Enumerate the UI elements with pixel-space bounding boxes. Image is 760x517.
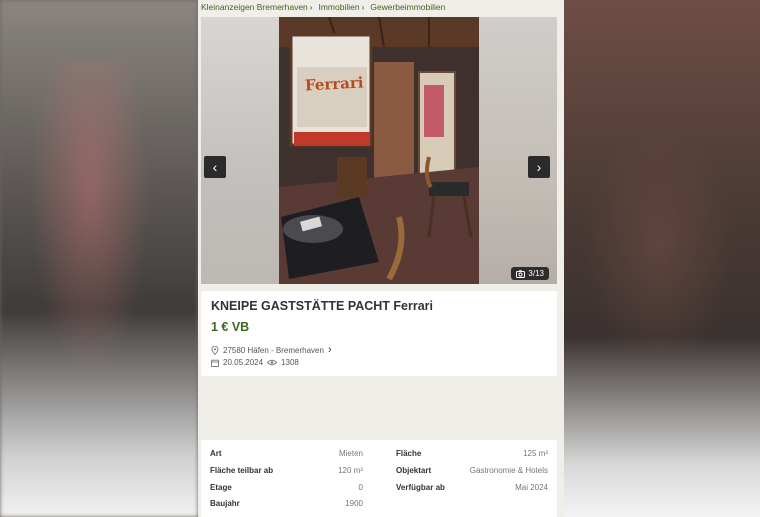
photo-illustration [279, 17, 479, 284]
spacer [201, 376, 557, 440]
detail-row: Baujahr 1900 [210, 499, 363, 508]
detail-row: Objektart Gastronomie & Hotels [396, 466, 548, 475]
window-sign-text: Ferrari [304, 73, 364, 95]
detail-key: Etage [210, 483, 232, 492]
listing-photo[interactable]: Ferrari [279, 17, 479, 284]
chevron-right-icon: › [309, 2, 313, 12]
image-counter: 3/13 [511, 267, 549, 280]
listing-price: 1 € VB [211, 320, 250, 334]
background-blur-right [564, 0, 760, 517]
listing-meta: 20.05.2024 1308 [211, 358, 299, 367]
detail-row: Etage 0 [210, 483, 363, 492]
location-pin-icon [211, 345, 219, 355]
location-text[interactable]: 27580 Häfen - Bremerhaven [223, 346, 324, 355]
gallery-blur-left [201, 17, 279, 284]
breadcrumb-label[interactable]: Gewerbeimmobilien [370, 2, 445, 12]
detail-value: 120 m² [338, 466, 363, 475]
chevron-right-icon: › [536, 159, 542, 175]
chevron-left-icon: ‹ [212, 159, 218, 175]
next-image-button[interactable]: › [528, 156, 550, 178]
listing-info-card: KNEIPE GASTSTÄTTE PACHT Ferrari 1 € VB 2… [201, 291, 557, 376]
detail-value: Mai 2024 [515, 483, 548, 492]
eye-icon [267, 359, 278, 366]
listing-page: Kleinanzeigen Bremerhaven › Immobilien ›… [198, 0, 564, 517]
chevron-right-icon: › [327, 344, 332, 356]
gallery-blur-right [479, 17, 557, 284]
listing-location[interactable]: 27580 Häfen - Bremerhaven › [211, 344, 332, 356]
detail-key: Verfügbar ab [396, 483, 445, 492]
detail-value: Gastronomie & Hotels [469, 466, 548, 475]
breadcrumb-item[interactable]: Immobilien › [318, 2, 364, 12]
detail-row: Fläche teilbar ab 120 m² [210, 466, 363, 475]
detail-row: Verfügbar ab Mai 2024 [396, 483, 548, 492]
detail-value: 1900 [345, 499, 363, 508]
breadcrumb-item[interactable]: Gewerbeimmobilien [370, 2, 445, 12]
previous-image-button[interactable]: ‹ [204, 156, 226, 178]
breadcrumb: Kleinanzeigen Bremerhaven › Immobilien ›… [201, 2, 445, 12]
breadcrumb-label[interactable]: Kleinanzeigen Bremerhaven [201, 2, 308, 12]
detail-key: Objektart [396, 466, 432, 475]
detail-value: 125 m² [523, 449, 548, 458]
camera-icon [516, 269, 526, 278]
detail-value: 0 [358, 483, 363, 492]
detail-value: Mieten [338, 449, 363, 458]
listing-title: KNEIPE GASTSTÄTTE PACHT Ferrari [211, 299, 434, 313]
detail-row: Art Mieten [210, 449, 363, 458]
detail-key: Baujahr [210, 499, 240, 508]
detail-key: Fläche [396, 449, 422, 458]
background-blur-left [0, 0, 198, 517]
detail-row: Fläche 125 m² [396, 449, 548, 458]
chevron-right-icon: › [361, 2, 365, 12]
calendar-icon [211, 359, 219, 367]
image-gallery[interactable]: Ferrari ‹ › 3/13 [201, 17, 557, 284]
detail-key: Art [210, 449, 222, 458]
detail-key: Fläche teilbar ab [210, 466, 274, 475]
image-counter-text: 3/13 [528, 269, 544, 278]
breadcrumb-label[interactable]: Immobilien [318, 2, 359, 12]
breadcrumb-item[interactable]: Kleinanzeigen Bremerhaven › [201, 2, 312, 12]
listing-views: 1308 [281, 358, 299, 367]
details-card: Art Mieten Fläche teilbar ab 120 m² Etag… [201, 440, 557, 517]
listing-date: 20.05.2024 [223, 358, 264, 367]
